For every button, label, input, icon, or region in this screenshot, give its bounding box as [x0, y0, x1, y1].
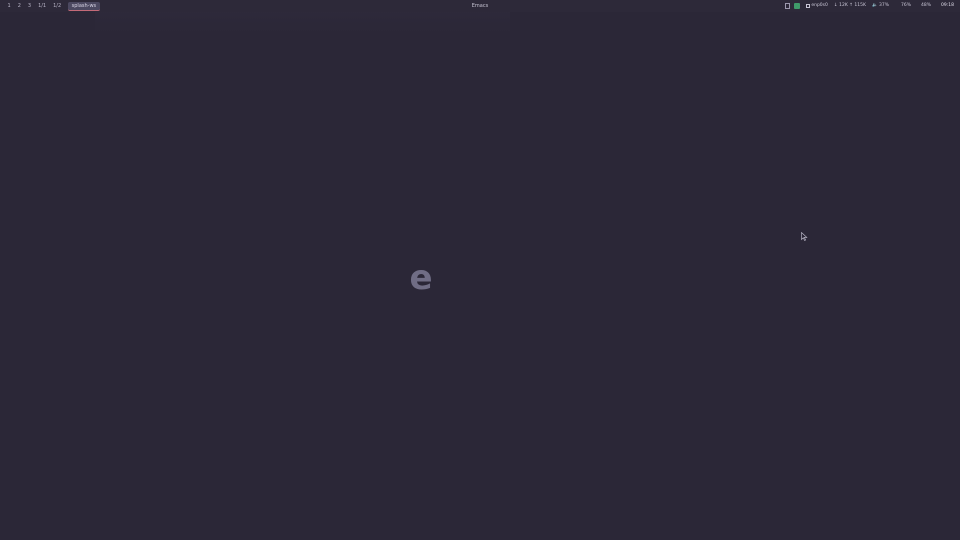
workspace-3[interactable]: 3 — [24, 2, 34, 10]
network-status[interactable]: enp0s0 — [806, 0, 828, 12]
workspace-1-2[interactable]: 1/2 — [50, 2, 65, 10]
network-speed: ↓ 12K ↑ 115K — [833, 3, 866, 8]
memory-indicator: 48% — [921, 3, 932, 8]
mouse-cursor-icon — [801, 232, 808, 241]
document-icon[interactable] — [785, 3, 791, 9]
volume-indicator[interactable]: 🔈 37% — [872, 0, 889, 12]
workspace-1[interactable]: 1 — [4, 2, 14, 10]
workspace-active[interactable]: splash-ws — [67, 1, 101, 11]
network-label: enp0s0 — [811, 3, 828, 8]
top-bar: 1 2 3 1/1 1/2 splash-ws Emacs enp0s0 ↓ 1… — [0, 0, 960, 12]
network-icon — [806, 4, 811, 8]
cpu-indicator: 76% — [901, 3, 912, 8]
clock[interactable]: 09:18 — [941, 0, 954, 12]
emacs-splash-logo: e — [409, 258, 433, 298]
workspace-2[interactable]: 2 — [14, 2, 24, 10]
status-area: enp0s0 ↓ 12K ↑ 115K 🔈 37% 76% 48% 09:18 — [781, 0, 954, 12]
faint-header-strip — [95, 12, 510, 34]
workspace-1-1[interactable]: 1/1 — [35, 2, 50, 10]
app-tray-icon[interactable] — [794, 3, 801, 9]
workspace-switcher: 1 2 3 1/1 1/2 splash-ws — [4, 0, 101, 12]
